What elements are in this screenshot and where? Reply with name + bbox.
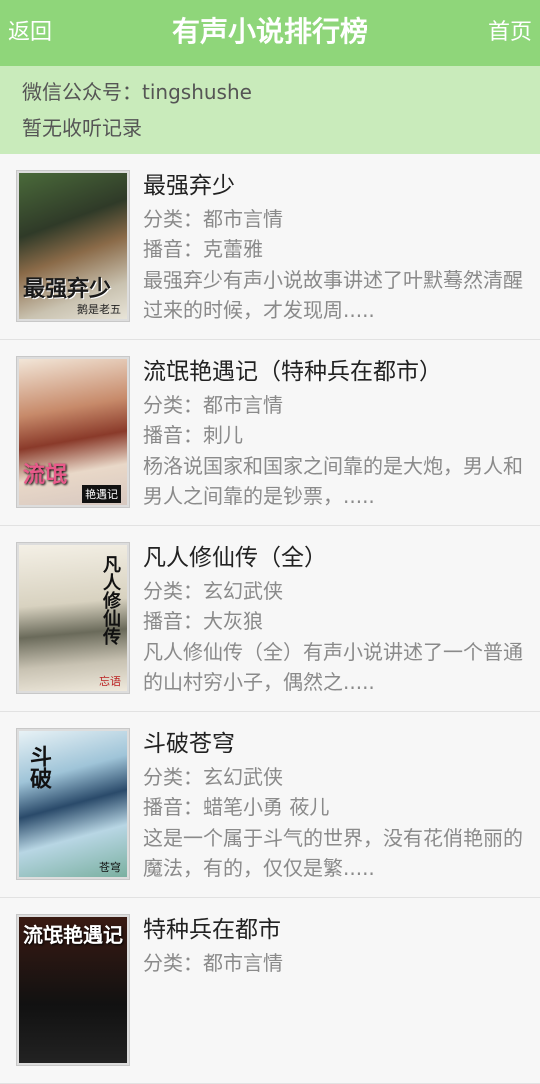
- book-title[interactable]: 流氓艳遇记（特种兵在都市）: [143, 357, 442, 387]
- book-title[interactable]: 斗破苍穹: [143, 729, 235, 759]
- book-category: 分类：都市言情: [143, 951, 283, 975]
- wechat-account-text: 微信公众号：tingshushe: [22, 80, 252, 104]
- cover-author: 苍穹: [99, 861, 121, 874]
- book-title[interactable]: 最强弃少: [143, 171, 235, 201]
- book-list-item[interactable]: 凡人修仙传 忘语 凡人修仙传（全） 分类：玄幻武侠 播音：大灰狼 凡人修仙传（全…: [0, 526, 540, 712]
- book-list-item[interactable]: 流氓艳遇记 特种兵在都市 分类：都市言情: [0, 898, 540, 1084]
- cover-title: 最强弃少: [23, 276, 112, 302]
- cover-title: 斗破: [26, 745, 52, 789]
- book-description: 杨洛说国家和国家之间靠的是大炮，男人和男人之间靠的是钞票，.....: [143, 454, 523, 508]
- page-title: 有声小说排行榜: [171, 15, 368, 48]
- book-list: 最强弃少 鹅是老五 最强弃少 分类：都市言情 播音：克蕾雅 最强弃少有声小说故事…: [0, 154, 540, 1084]
- cover-author: 鹅是老五: [77, 303, 121, 316]
- top-bar: 返回 有声小说排行榜 首页: [0, 0, 540, 66]
- book-narrator: 播音：克蕾雅: [143, 237, 263, 261]
- book-title[interactable]: 凡人修仙传（全）: [143, 543, 327, 573]
- book-list-item[interactable]: 流氓 艳遇记 流氓艳遇记（特种兵在都市） 分类：都市言情 播音：刺儿 杨洛说国家…: [0, 340, 540, 526]
- book-description: 这是一个属于斗气的世界，没有花俏艳丽的魔法，有的，仅仅是繁.....: [143, 826, 523, 880]
- cover-author: 忘语: [99, 675, 121, 688]
- book-narrator: 播音：大灰狼: [143, 609, 263, 633]
- book-cover[interactable]: 流氓艳遇记: [16, 914, 130, 1066]
- book-narrator: 播音：蜡笔小勇 莜儿: [143, 795, 330, 819]
- home-button[interactable]: 首页: [488, 18, 532, 48]
- book-category: 分类：都市言情: [143, 393, 283, 417]
- info-bar: 微信公众号：tingshushe 暂无收听记录: [0, 66, 540, 154]
- book-category: 分类：都市言情: [143, 207, 283, 231]
- cover-title: 流氓: [23, 462, 68, 488]
- cover-title: 流氓艳遇记: [23, 923, 123, 947]
- book-list-item[interactable]: 斗破 苍穹 斗破苍穹 分类：玄幻武侠 播音：蜡笔小勇 莜儿 这是一个属于斗气的世…: [0, 712, 540, 898]
- cover-title: 凡人修仙传: [100, 555, 121, 645]
- book-description: 最强弃少有声小说故事讲述了叶默蓦然清醒过来的时候，才发现周.....: [143, 268, 523, 322]
- book-cover[interactable]: 凡人修仙传 忘语: [16, 542, 130, 694]
- book-cover[interactable]: 最强弃少 鹅是老五: [16, 170, 130, 322]
- book-category: 分类：玄幻武侠: [143, 579, 283, 603]
- book-description: 凡人修仙传（全）有声小说讲述了一个普通的山村穷小子，偶然之.....: [143, 640, 523, 694]
- book-cover[interactable]: 斗破 苍穹: [16, 728, 130, 880]
- cover-author: 艳遇记: [82, 485, 121, 503]
- book-category: 分类：玄幻武侠: [143, 765, 283, 789]
- book-narrator: 播音：刺儿: [143, 423, 243, 447]
- book-list-item[interactable]: 最强弃少 鹅是老五 最强弃少 分类：都市言情 播音：克蕾雅 最强弃少有声小说故事…: [0, 154, 540, 340]
- book-cover[interactable]: 流氓 艳遇记: [16, 356, 130, 508]
- listen-history-text[interactable]: 暂无收听记录: [22, 114, 142, 142]
- book-title[interactable]: 特种兵在都市: [143, 915, 281, 945]
